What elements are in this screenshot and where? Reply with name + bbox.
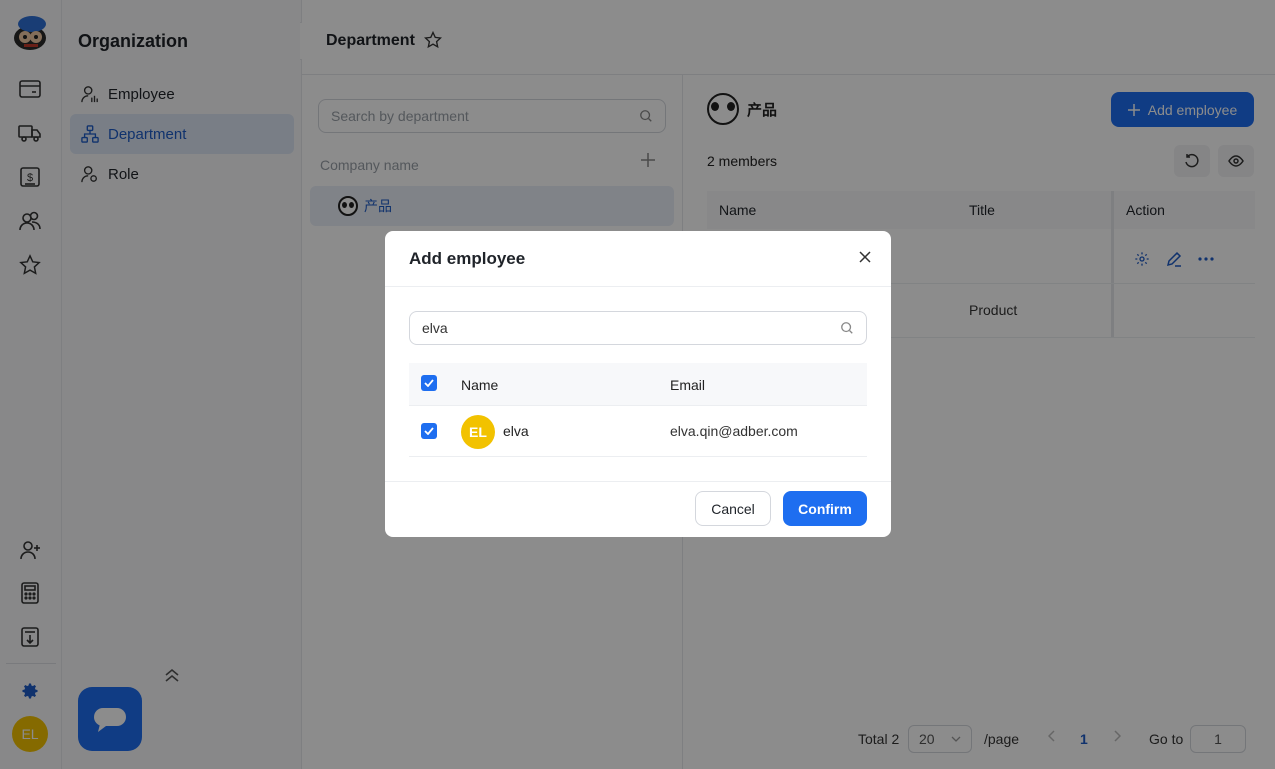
modal-title: Add employee [409, 249, 526, 268]
check-icon [424, 427, 434, 435]
employee-avatar: EL [461, 415, 495, 449]
confirm-button[interactable]: Confirm [783, 491, 867, 526]
employee-name: elva [503, 423, 529, 439]
search-icon [841, 322, 853, 334]
employee-table-header: Name Email [409, 363, 867, 405]
modal-footer-divider [385, 481, 891, 482]
select-all-checkbox[interactable] [421, 375, 437, 391]
cancel-button[interactable]: Cancel [695, 491, 771, 526]
close-icon[interactable] [855, 247, 875, 267]
check-icon [424, 379, 434, 387]
row-checkbox[interactable] [421, 423, 437, 439]
employee-search-field[interactable] [409, 311, 867, 345]
employee-email: elva.qin@adber.com [670, 423, 798, 439]
employee-row[interactable]: EL elva elva.qin@adber.com [409, 405, 867, 457]
column-header-name: Name [461, 377, 499, 393]
employee-search-input[interactable] [422, 320, 840, 336]
modal-header-divider [385, 286, 891, 287]
column-header-email: Email [670, 377, 706, 393]
add-employee-modal: Add employee Name Email EL elva elva.qin… [385, 231, 891, 537]
